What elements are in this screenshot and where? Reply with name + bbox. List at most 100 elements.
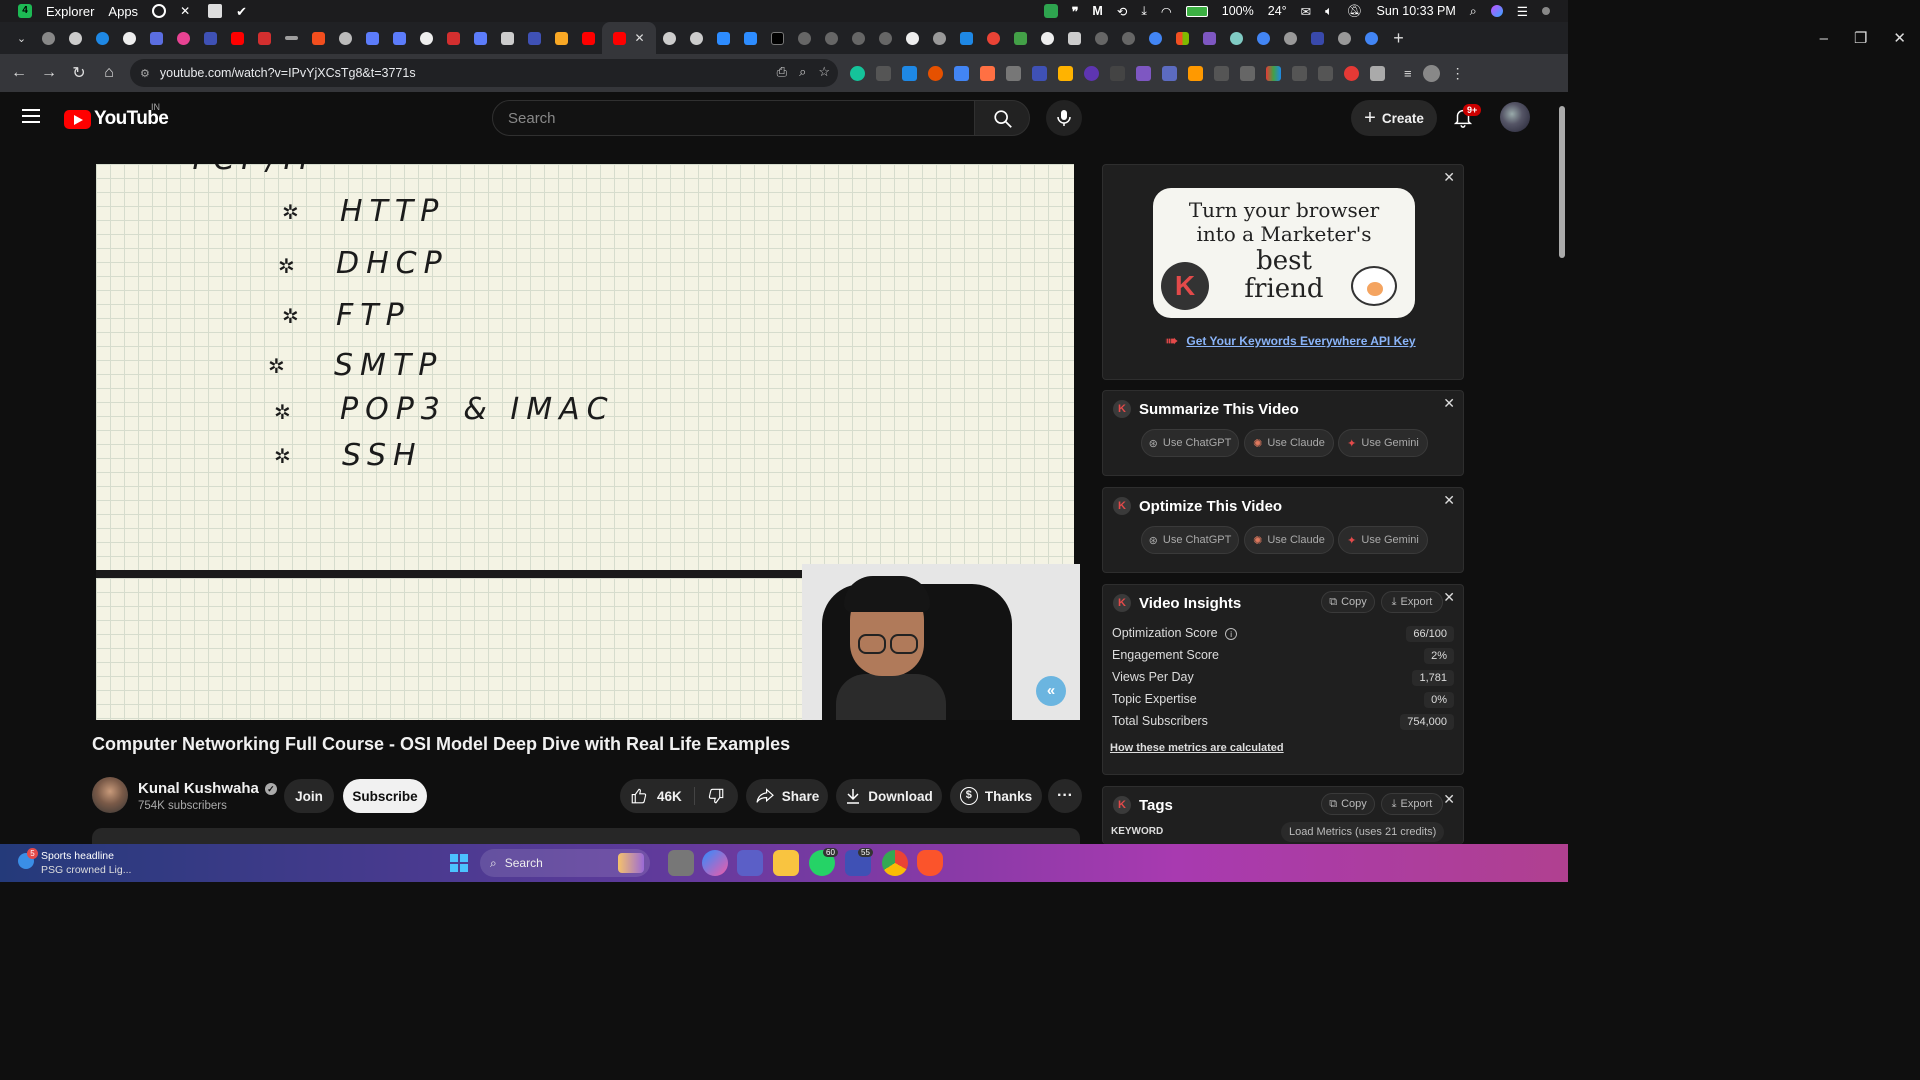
tab-puzzle-2[interactable] [521, 22, 548, 54]
back-icon[interactable]: ← [4, 64, 34, 82]
create-button[interactable]: + Create [1351, 100, 1437, 136]
tab-x[interactable] [143, 22, 170, 54]
tab-ms[interactable] [1169, 22, 1196, 54]
clock-text[interactable]: Sun 10:33 PM [1377, 4, 1456, 18]
tab-yellow[interactable] [548, 22, 575, 54]
subscribe-button[interactable]: Subscribe [343, 779, 427, 813]
feather-ext-icon[interactable] [1136, 65, 1151, 81]
media-control-icon[interactable]: ≡ [1404, 66, 1412, 81]
explorer-icon[interactable] [773, 850, 799, 876]
minimize-icon[interactable]: – [1820, 30, 1828, 47]
download-button[interactable]: Download [836, 779, 942, 813]
puzzle-ext-icon[interactable] [1370, 65, 1385, 81]
user-avatar[interactable] [1500, 102, 1530, 132]
summarize-claude-button[interactable]: ✺ Use Claude [1244, 429, 1334, 457]
purple-ext-icon[interactable] [1084, 65, 1099, 81]
install-icon[interactable]: ⎙ [777, 64, 787, 80]
tab-gray-3[interactable] [818, 22, 845, 54]
tab-github-3[interactable] [683, 22, 710, 54]
video-player[interactable]: TCP/IP ✲ HTTP ✲ DHCP ✲ FTP ✲ SMTP ✲ POP3… [96, 164, 1080, 720]
tab-green[interactable] [1007, 22, 1034, 54]
wifi-icon[interactable]: ◠ [1161, 4, 1172, 19]
t-ext-icon[interactable] [1292, 65, 1307, 81]
siri-icon[interactable] [1490, 5, 1503, 17]
load-metrics-button[interactable]: Load Metrics (uses 21 credits) [1281, 822, 1445, 842]
tab-openai-4[interactable] [1034, 22, 1061, 54]
tab-c[interactable] [89, 22, 116, 54]
tools-icon[interactable]: ✕ [180, 4, 194, 18]
tab-google-4[interactable] [1358, 22, 1385, 54]
home-icon[interactable]: ⌂ [94, 64, 124, 82]
tab-gray-2[interactable] [791, 22, 818, 54]
tab-gray-4[interactable] [845, 22, 872, 54]
dislike-button[interactable] [695, 787, 725, 805]
tab-blue-3[interactable] [467, 22, 494, 54]
globe-icon[interactable] [152, 4, 167, 18]
maximize-icon[interactable]: ❐ [1854, 29, 1867, 47]
tab-blue-2[interactable] [386, 22, 413, 54]
optimize-chatgpt-button[interactable]: ⊛ Use ChatGPT [1141, 526, 1239, 554]
close-window-icon[interactable]: ✕ [1893, 29, 1906, 47]
tab-openai[interactable] [116, 22, 143, 54]
drop-ext-icon[interactable] [928, 65, 943, 81]
tab-h[interactable] [494, 22, 521, 54]
tab-gray-5[interactable] [872, 22, 899, 54]
tab-zoom[interactable] [710, 22, 737, 54]
lines-ext-icon[interactable] [1318, 65, 1333, 81]
check-icon[interactable]: ✔ [236, 4, 250, 19]
like-button[interactable]: 46K [630, 787, 695, 805]
tab-blue-1[interactable] [359, 22, 386, 54]
url-text[interactable]: youtube.com/watch?v=IPvYjXCsTg8&t=3771s [160, 66, 416, 80]
address-bar[interactable]: ⚙ youtube.com/watch?v=IPvYjXCsTg8&t=3771… [130, 59, 838, 87]
insights-copy-button[interactable]: ⧉ Copy [1321, 591, 1375, 613]
chrome-menu-icon[interactable]: ⋮ [1451, 65, 1465, 82]
news-widget[interactable]: 5 Sports headline PSG crowned Lig... [18, 848, 158, 878]
channel-avatar[interactable] [92, 777, 128, 813]
menu-apps[interactable]: Apps [108, 4, 138, 19]
close-optimize-icon[interactable]: ✕ [1443, 492, 1455, 509]
tab-h-2[interactable] [1061, 22, 1088, 54]
speaker-ext-icon[interactable] [876, 65, 891, 81]
info-icon[interactable]: i [1225, 628, 1238, 640]
tools-ext-icon[interactable] [1058, 65, 1073, 81]
tab-gray-8[interactable] [1115, 22, 1142, 54]
optimize-gemini-button[interactable]: ✦ Use Gemini [1338, 526, 1428, 554]
scrollbar-thumb[interactable] [1559, 106, 1565, 258]
taskview-icon[interactable] [668, 850, 694, 876]
tab-google-3[interactable] [1250, 22, 1277, 54]
colors-ext-icon[interactable] [1266, 65, 1281, 81]
join-button[interactable]: Join [284, 779, 334, 813]
close-summarize-icon[interactable]: ✕ [1443, 395, 1455, 412]
summarize-chatgpt-button[interactable]: ⊛ Use ChatGPT [1141, 429, 1239, 457]
tab-gray-1[interactable] [332, 22, 359, 54]
screen-ext-icon[interactable] [1240, 65, 1255, 81]
tab-github-2[interactable] [656, 22, 683, 54]
teams-icon[interactable] [737, 850, 763, 876]
search-button[interactable] [974, 100, 1030, 136]
tab-youtube-active[interactable]: ✕ [602, 22, 656, 54]
quote-icon[interactable]: ❞ [1072, 4, 1079, 19]
weather-text[interactable]: 24° [1268, 4, 1287, 18]
chrome-icon[interactable] [882, 850, 908, 876]
more-actions-button[interactable]: ··· [1048, 779, 1082, 813]
tab-gray-10[interactable] [1331, 22, 1358, 54]
tab-puzzle[interactable] [197, 22, 224, 54]
dot-icon[interactable] [1542, 7, 1550, 15]
tab-openai-2[interactable] [413, 22, 440, 54]
tags-copy-button[interactable]: ⧉ Copy [1321, 793, 1375, 815]
share-button[interactable]: Share [746, 779, 828, 813]
tags-export-button[interactable]: ⤓ Export [1381, 793, 1443, 815]
close-tags-icon[interactable]: ✕ [1443, 791, 1455, 808]
camera-ext-icon[interactable] [980, 65, 995, 81]
history-icon[interactable]: ⟲ [1117, 4, 1127, 19]
api-key-link[interactable]: Get Your Keywords Everywhere API Key [1186, 334, 1415, 348]
forward-icon[interactable]: → [34, 64, 64, 82]
tab-blue-4[interactable] [1304, 22, 1331, 54]
tab-wave[interactable] [278, 22, 305, 54]
tab-react[interactable] [170, 22, 197, 54]
search-icon[interactable]: ⌕ [1470, 4, 1477, 19]
menu-icon[interactable] [22, 109, 40, 123]
tab-download[interactable] [953, 22, 980, 54]
shield-ext-icon[interactable] [1162, 65, 1177, 81]
tab-github[interactable] [62, 22, 89, 54]
